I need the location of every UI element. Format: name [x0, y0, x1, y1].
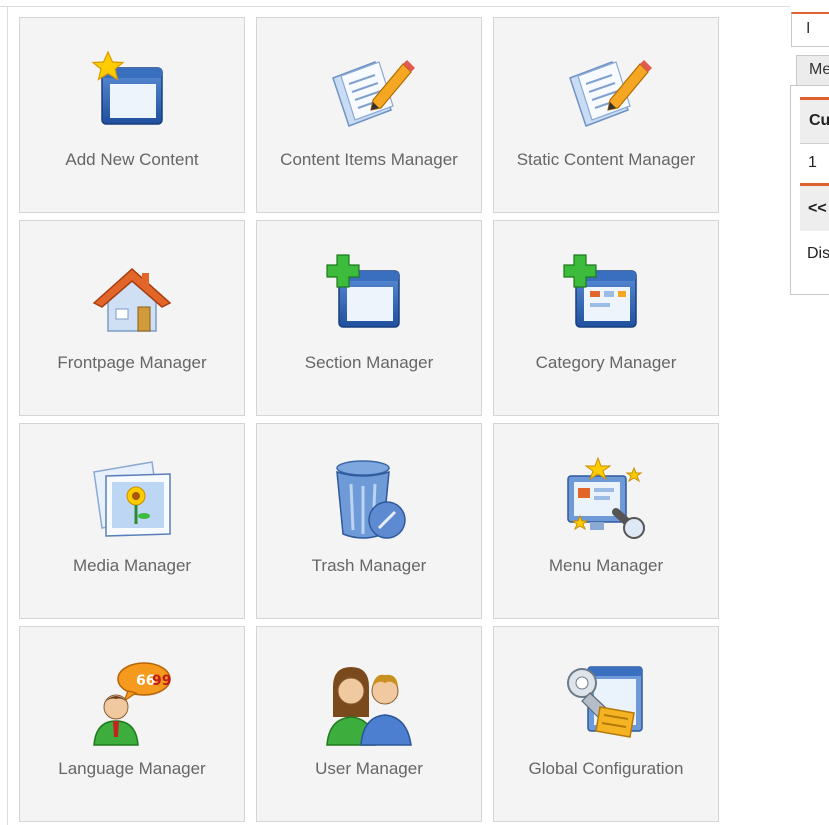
tile-label: Content Items Manager: [280, 150, 458, 169]
static-content-icon: [560, 48, 652, 140]
language-icon: 66 99: [86, 657, 178, 749]
tile-label: Trash Manager: [311, 556, 427, 575]
tile-label: Media Manager: [72, 556, 192, 575]
tile-trash-manager[interactable]: Trash Manager: [256, 423, 482, 619]
tile-label: Section Manager: [304, 353, 434, 372]
control-panel: Add New Content Content Items Manager St…: [0, 0, 829, 825]
tile-frontpage-manager[interactable]: Frontpage Manager: [19, 220, 245, 416]
panel-top-border: [0, 6, 790, 7]
tile-global-configuration[interactable]: Global Configuration: [493, 626, 719, 822]
section-icon: [323, 251, 415, 343]
tile-media-manager[interactable]: Media Manager: [19, 423, 245, 619]
tile-label: Add New Content: [65, 150, 199, 169]
tile-section-manager[interactable]: Section Manager: [256, 220, 482, 416]
tile-label: Menu Manager: [548, 556, 664, 575]
content-items-icon: [323, 48, 415, 140]
tile-category-manager[interactable]: Category Manager: [493, 220, 719, 416]
tile-add-new-content[interactable]: Add New Content: [19, 17, 245, 213]
pagination-start-link[interactable]: <<: [800, 183, 829, 231]
tile-label: Frontpage Manager: [57, 353, 207, 372]
menu-icon: [560, 454, 652, 546]
panel-left-border: [7, 6, 8, 825]
tile-label: Static Content Manager: [516, 150, 696, 169]
tile-language-manager[interactable]: 66 99 Language Manager: [19, 626, 245, 822]
tab-info[interactable]: I: [791, 12, 829, 46]
trash-icon: [323, 454, 415, 546]
media-icon: [86, 454, 178, 546]
frontpage-home-icon: [86, 251, 178, 343]
tile-content-items-manager[interactable]: Content Items Manager: [256, 17, 482, 213]
tab-menu[interactable]: Me: [796, 55, 829, 85]
display-label: Dis: [807, 245, 829, 262]
add-content-icon: [86, 48, 178, 140]
tile-label: Language Manager: [58, 759, 206, 778]
table-header: Cu: [800, 97, 829, 143]
table-row: 1: [800, 143, 829, 183]
tile-label: User Manager: [315, 759, 423, 778]
tile-label: Category Manager: [535, 353, 677, 372]
category-icon: [560, 251, 652, 343]
tile-user-manager[interactable]: User Manager: [256, 626, 482, 822]
tile-static-content-manager[interactable]: Static Content Manager: [493, 17, 719, 213]
svg-text:99: 99: [152, 673, 171, 689]
config-icon: [560, 657, 652, 749]
tab-underline: [791, 46, 829, 47]
tile-menu-manager[interactable]: Menu Manager: [493, 423, 719, 619]
tile-label: Global Configuration: [528, 759, 684, 778]
user-icon: [323, 657, 415, 749]
